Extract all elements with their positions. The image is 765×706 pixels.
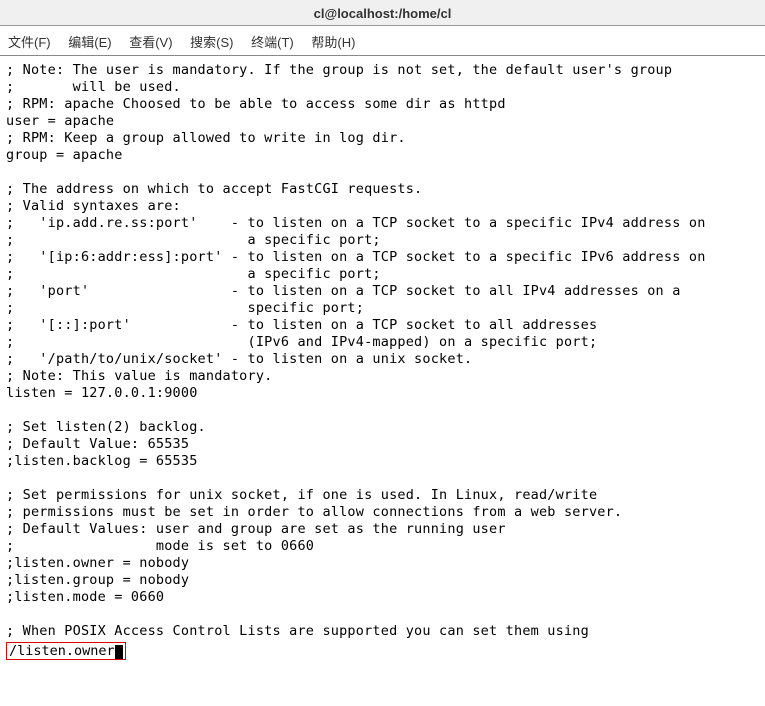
window-titlebar: cl@localhost:/home/cl — [0, 0, 765, 26]
menubar: 文件(F) 编辑(E) 查看(V) 搜索(S) 终端(T) 帮助(H) — [0, 26, 765, 56]
vim-command-text: /listen.owner — [9, 643, 115, 659]
terminal-output[interactable]: ; Note: The user is mandatory. If the gr… — [0, 56, 765, 640]
vim-command-line[interactable]: /listen.owner — [6, 642, 126, 660]
text-cursor — [115, 645, 123, 659]
menu-view[interactable]: 查看(V) — [129, 35, 172, 50]
window-title: cl@localhost:/home/cl — [314, 6, 452, 21]
menu-help[interactable]: 帮助(H) — [311, 35, 355, 50]
menu-edit[interactable]: 编辑(E) — [68, 35, 111, 50]
menu-search[interactable]: 搜索(S) — [190, 35, 233, 50]
menu-file[interactable]: 文件(F) — [8, 35, 51, 50]
menu-terminal[interactable]: 终端(T) — [251, 35, 294, 50]
